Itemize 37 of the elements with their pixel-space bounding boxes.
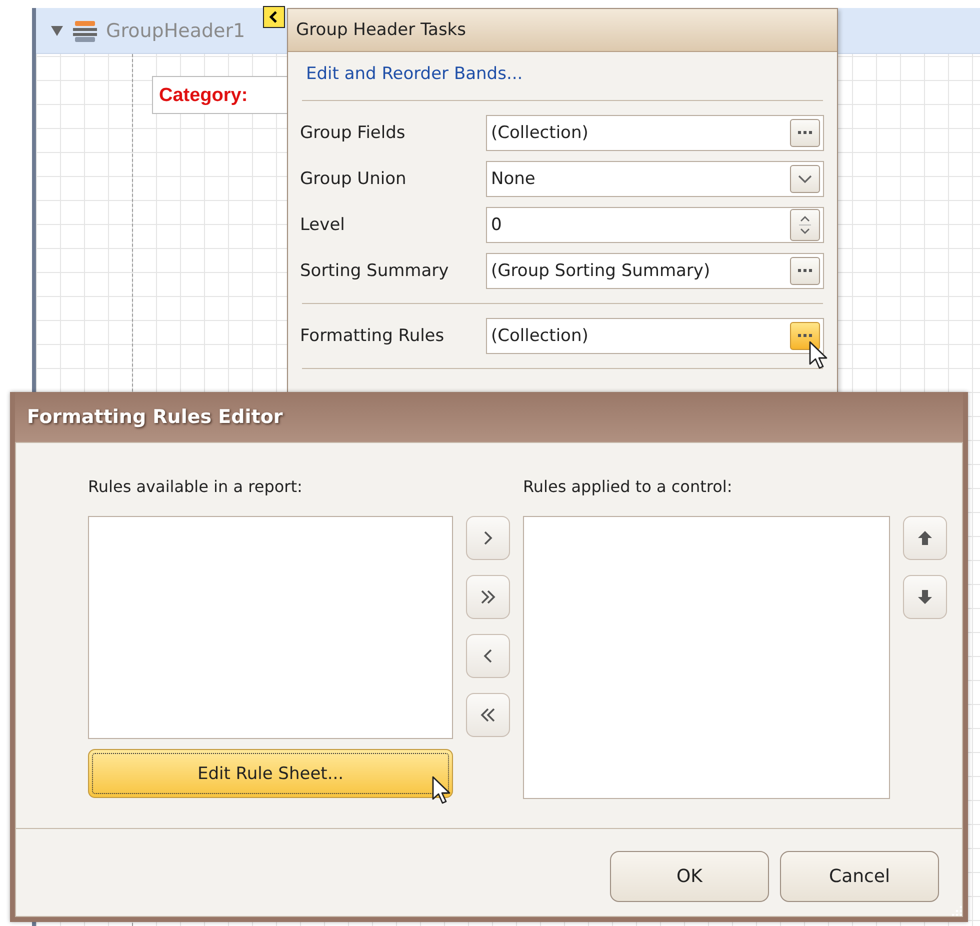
add-all-button[interactable]: [466, 575, 510, 619]
ellipsis-button[interactable]: [790, 257, 820, 285]
property-field[interactable]: (Collection): [486, 115, 824, 151]
chevron-left-icon: [269, 11, 279, 23]
property-field[interactable]: 0: [486, 207, 824, 243]
arrow-down-icon: [916, 588, 934, 606]
ellipsis-button[interactable]: [790, 322, 820, 350]
property-label: Level: [300, 215, 346, 235]
band-title: GroupHeader1: [106, 20, 246, 42]
property-field[interactable]: None: [486, 161, 824, 197]
list-label: Rules applied to a control:: [523, 477, 734, 498]
panel-title: Group Header Tasks: [288, 9, 837, 52]
chevron-down-icon: [798, 174, 812, 184]
dialog-button[interactable]: Cancel: [780, 851, 939, 902]
dialog-title: Formatting Rules Editor: [15, 392, 963, 442]
property-field[interactable]: (Group Sorting Summary): [486, 253, 824, 289]
property-label: Sorting Summary: [300, 261, 450, 281]
move-up-button[interactable]: [903, 516, 947, 560]
double-chevron-right-icon: [479, 588, 497, 606]
property-label: Formatting Rules: [300, 326, 446, 346]
ellipsis-button[interactable]: [790, 119, 820, 147]
arrow-up-icon: [916, 529, 934, 547]
ellipsis-icon: [797, 334, 813, 338]
property-label: Group Union: [300, 169, 408, 189]
smart-tag-button[interactable]: [263, 6, 285, 28]
dialog-button[interactable]: OK: [610, 851, 769, 902]
list-label: Rules available in a report:: [88, 477, 304, 498]
ellipsis-icon: [797, 131, 813, 135]
remove-all-button[interactable]: [466, 693, 510, 737]
double-chevron-left-icon: [479, 706, 497, 724]
band-icon: [72, 20, 98, 42]
spin-button[interactable]: [790, 209, 820, 241]
resize-grip-icon: [951, 905, 963, 917]
move-down-button[interactable]: [903, 575, 947, 619]
property-label: Group Fields: [300, 123, 406, 143]
dropdown-button[interactable]: [790, 165, 820, 193]
ellipsis-icon: [797, 269, 813, 273]
